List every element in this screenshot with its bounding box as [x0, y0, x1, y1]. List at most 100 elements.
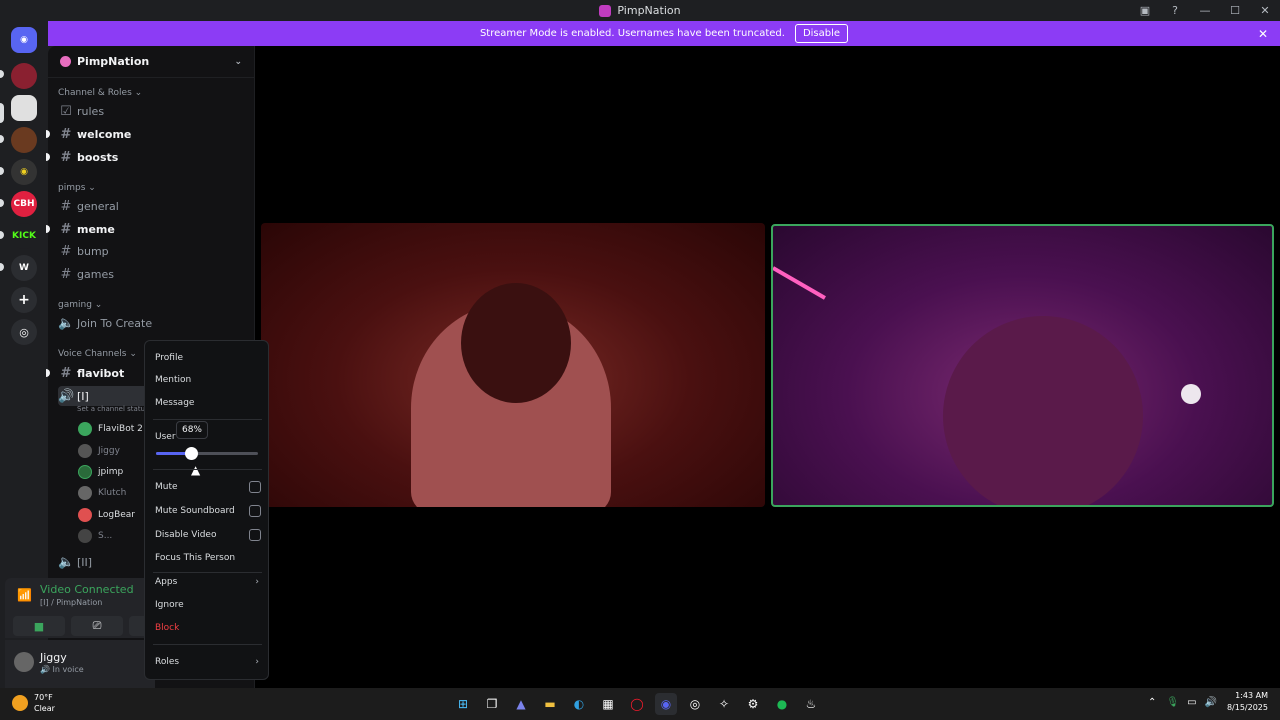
participant-head — [461, 283, 571, 403]
channel-welcome[interactable]: # welcome — [58, 124, 248, 144]
server-icon-cbh[interactable]: CBH — [11, 191, 37, 217]
disable-button[interactable]: Disable — [794, 24, 849, 43]
camera-button[interactable]: ■ — [13, 616, 65, 636]
menu-divider — [153, 644, 262, 645]
maximize-button[interactable]: ☐ — [1220, 0, 1250, 21]
menu-mute[interactable]: Mute — [155, 477, 261, 497]
screen-share-button[interactable]: ⎚ — [71, 616, 123, 636]
category-voice-channels[interactable]: Voice Channels ⌄ — [58, 349, 137, 359]
guild-icon — [60, 56, 71, 67]
edge-icon[interactable]: ◐ — [568, 693, 590, 715]
avatar — [78, 422, 92, 436]
chevron-right-icon: › — [255, 657, 259, 667]
start-icon[interactable]: ⊞ — [452, 693, 474, 715]
add-server-icon[interactable]: + — [11, 287, 37, 313]
opera-gx-icon[interactable]: ◯ — [626, 693, 648, 715]
disable-video-checkbox[interactable] — [249, 529, 261, 541]
avatar — [78, 529, 92, 543]
voice-channel-link[interactable]: [I] / PimpNation — [40, 598, 102, 607]
menu-focus-person[interactable]: Focus This Person — [155, 548, 261, 568]
category-pimps[interactable]: pimps ⌄ — [58, 183, 96, 193]
task-view-icon[interactable]: ❐ — [481, 693, 503, 715]
menu-block[interactable]: Block — [155, 618, 261, 638]
help-icon[interactable]: ? — [1160, 0, 1190, 21]
channel-status: Set a channel status — [77, 405, 149, 413]
volume-icon[interactable]: 🔊 — [1205, 697, 1217, 708]
chevron-up-icon[interactable]: ⌃ — [1148, 697, 1156, 708]
network-icon[interactable]: ▭ — [1187, 697, 1196, 708]
menu-ignore[interactable]: Ignore — [155, 595, 261, 615]
date: 8/15/2025 — [1226, 703, 1268, 712]
server-icon-kick[interactable]: KICK — [11, 223, 37, 249]
channel-games[interactable]: # games — [58, 264, 248, 284]
voice-status[interactable]: Video Connected — [40, 583, 134, 596]
voice-user-jiggy[interactable]: Jiggy — [78, 441, 120, 461]
time: 1:43 AM — [1235, 691, 1268, 700]
server-icon[interactable] — [11, 127, 37, 153]
channel-boosts[interactable]: # boosts — [58, 147, 248, 167]
file-explorer-icon[interactable]: ▬ — [539, 693, 561, 715]
avatar — [78, 486, 92, 500]
steam-icon[interactable]: ♨ — [800, 693, 822, 715]
guild-header[interactable]: PimpNation ⌄ — [48, 46, 254, 78]
minimize-button[interactable]: — — [1190, 0, 1220, 21]
microphone-icon[interactable]: 🎙 — [1166, 697, 1179, 708]
light-spot — [1181, 384, 1201, 404]
rules-icon: ☑ — [60, 103, 72, 119]
explore-icon[interactable]: ◎ — [11, 319, 37, 345]
avatar[interactable] — [14, 652, 34, 672]
server-icon[interactable]: W — [11, 255, 37, 281]
server-icon-pimpnation[interactable] — [11, 95, 37, 121]
eye-icon[interactable]: ◉ — [11, 159, 37, 185]
category-gaming[interactable]: gaming ⌄ — [58, 300, 102, 310]
clock[interactable]: 1:43 AM 8/15/2025 — [1227, 690, 1268, 714]
volume-slider[interactable] — [156, 447, 258, 460]
channel-join-to-create[interactable]: 🔈 Join To Create — [58, 313, 248, 333]
store-icon[interactable]: ▦ — [597, 693, 619, 715]
app-icon[interactable]: ◎ — [684, 693, 706, 715]
menu-message[interactable]: Message — [155, 393, 261, 413]
unread-pill — [0, 167, 4, 175]
inbox-icon[interactable]: ▣ — [1130, 0, 1160, 21]
voice-user-logbear[interactable]: LogBear — [78, 505, 135, 525]
chevron-down-icon: ⌄ — [234, 56, 242, 67]
menu-mention[interactable]: Mention — [155, 370, 261, 390]
weather-icon — [12, 695, 28, 711]
menu-divider — [153, 419, 262, 420]
category-channel-roles[interactable]: Channel & Roles ⌄ — [58, 88, 142, 98]
menu-disable-video[interactable]: Disable Video — [155, 525, 261, 545]
voice-user-flavibot[interactable]: FlaviBot 2 — [78, 419, 143, 439]
channel-general[interactable]: # general — [58, 196, 248, 216]
hash-icon: # — [60, 365, 72, 381]
close-button[interactable]: ✕ — [1250, 0, 1280, 21]
user-context-menu: Profile Mention Message User 68% ▲ Mute … — [144, 340, 269, 680]
menu-roles[interactable]: Roles › — [155, 652, 261, 672]
spotify-icon[interactable]: ● — [771, 693, 793, 715]
teams-icon[interactable]: ▲ — [510, 693, 532, 715]
video-tile-2-speaking[interactable] — [771, 224, 1274, 507]
channel-rules[interactable]: ☑ rules — [58, 101, 248, 121]
app-icon[interactable]: ✧ — [713, 693, 735, 715]
channel-meme[interactable]: # meme — [58, 219, 248, 239]
discord-home-icon[interactable]: ◉ — [11, 27, 37, 53]
server-icon[interactable] — [11, 63, 37, 89]
hash-icon: # — [60, 198, 72, 214]
speaker-icon: 🔊 — [58, 388, 75, 404]
mute-soundboard-checkbox[interactable] — [249, 505, 261, 517]
discord-taskbar-icon[interactable]: ◉ — [655, 693, 677, 715]
menu-apps[interactable]: Apps › — [155, 572, 261, 592]
settings-icon[interactable]: ⚙ — [742, 693, 764, 715]
voice-user-klutch[interactable]: Klutch — [78, 483, 126, 503]
channel-bump[interactable]: # bump — [58, 241, 248, 261]
close-icon[interactable]: ✕ — [1258, 27, 1268, 41]
unread-indicator — [46, 369, 50, 377]
voice-user-s[interactable]: S... — [78, 526, 112, 546]
mute-checkbox[interactable] — [249, 481, 261, 493]
username[interactable]: Jiggy — [40, 651, 67, 664]
menu-mute-soundboard[interactable]: Mute Soundboard — [155, 501, 261, 521]
voice-user-jpimp[interactable]: jpimp — [78, 462, 123, 482]
weather-widget[interactable]: 70°F Clear — [12, 692, 55, 714]
menu-profile[interactable]: Profile — [155, 348, 261, 368]
video-tile-1[interactable] — [261, 223, 765, 507]
volume-slider-handle[interactable] — [184, 447, 198, 460]
